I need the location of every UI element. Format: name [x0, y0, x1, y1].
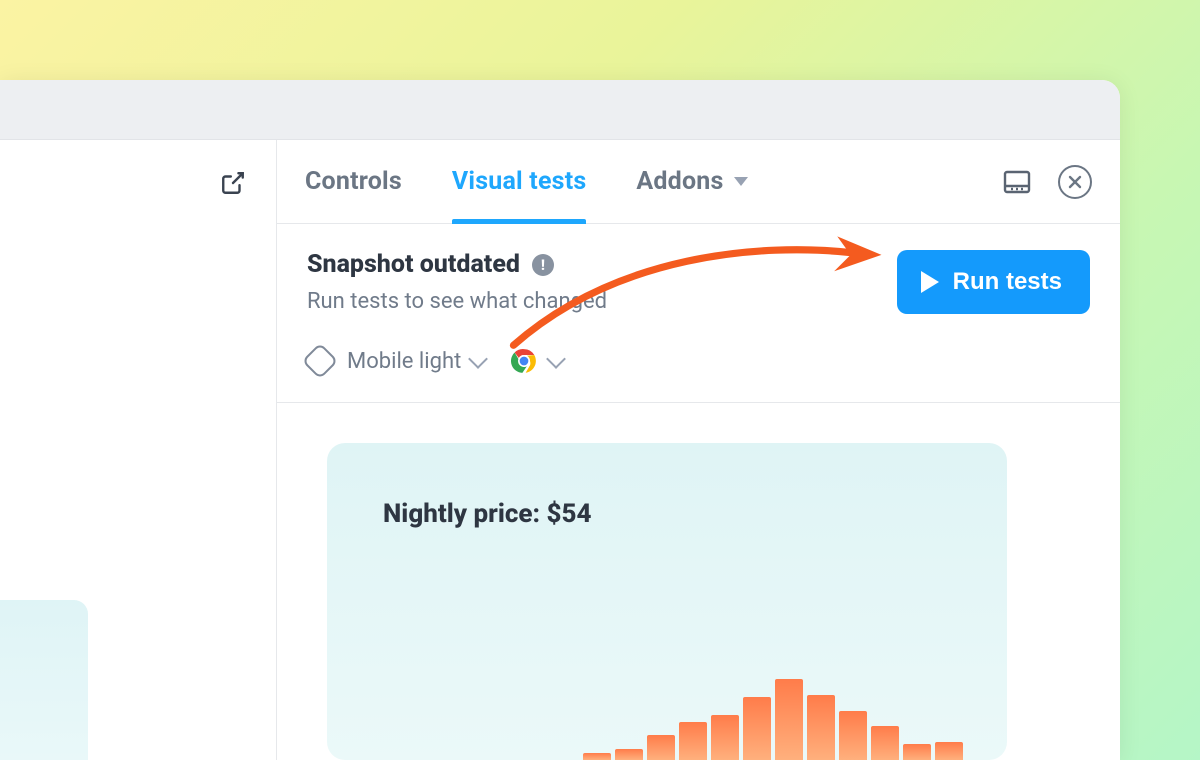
story-card: Nightly price: $54 — [327, 443, 1007, 760]
histogram-bar — [647, 735, 675, 760]
left-pane — [0, 140, 277, 760]
histogram-bar — [679, 722, 707, 760]
config-row: Mobile light — [277, 336, 1120, 403]
tab-controls[interactable]: Controls — [305, 140, 402, 223]
tabs: Controls Visual tests Addons — [305, 140, 980, 223]
viewport-label: Mobile light — [347, 349, 461, 374]
run-tests-label: Run tests — [953, 268, 1062, 296]
tab-label: Controls — [305, 167, 402, 196]
histogram-bar — [711, 715, 739, 760]
histogram-bar — [807, 695, 835, 760]
chevron-down-icon — [468, 349, 488, 369]
histogram-bar — [743, 697, 771, 760]
app-window: Controls Visual tests Addons — [0, 80, 1120, 760]
status-text-block: Snapshot outdated ! Run tests to see wha… — [307, 250, 897, 314]
price-histogram — [583, 670, 963, 760]
tab-addons[interactable]: Addons — [636, 140, 747, 223]
histogram-bar — [583, 753, 611, 760]
app-body: Controls Visual tests Addons — [0, 140, 1120, 760]
chrome-icon — [511, 348, 537, 374]
viewport-selector[interactable]: Mobile light — [347, 349, 485, 374]
run-tests-button[interactable]: Run tests — [897, 250, 1090, 314]
histogram-bar — [903, 744, 931, 760]
histogram-bar — [871, 726, 899, 760]
chevron-down-icon — [734, 177, 748, 186]
histogram-bar — [615, 749, 643, 760]
chevron-down-icon — [546, 349, 566, 369]
status-title-text: Snapshot outdated — [307, 250, 520, 279]
tab-label: Addons — [636, 167, 723, 196]
browser-selector[interactable] — [511, 348, 563, 374]
tab-label: Visual tests — [452, 167, 587, 196]
histogram-bar — [775, 679, 803, 760]
right-pane: Controls Visual tests Addons — [277, 140, 1120, 760]
close-panel-icon[interactable] — [1058, 165, 1092, 199]
story-title: Nightly price: $54 — [383, 499, 951, 529]
left-preview-thumbnail — [0, 600, 88, 760]
tab-visual-tests[interactable]: Visual tests — [452, 140, 587, 223]
story-preview-area: Nightly price: $54 — [277, 403, 1120, 760]
info-icon[interactable]: ! — [532, 254, 554, 276]
play-icon — [921, 271, 939, 293]
status-subtitle: Run tests to see what changed — [307, 289, 897, 314]
histogram-bar — [839, 711, 867, 760]
open-external-icon[interactable] — [220, 170, 246, 196]
tabs-row: Controls Visual tests Addons — [277, 140, 1120, 224]
tabs-icons — [1002, 165, 1092, 199]
window-titlebar — [0, 80, 1120, 140]
status-title: Snapshot outdated ! — [307, 250, 897, 279]
bottom-panel-icon[interactable] — [1002, 167, 1032, 197]
viewport-icon — [302, 343, 339, 380]
histogram-bar — [935, 742, 963, 760]
snapshot-status-row: Snapshot outdated ! Run tests to see wha… — [277, 224, 1120, 336]
